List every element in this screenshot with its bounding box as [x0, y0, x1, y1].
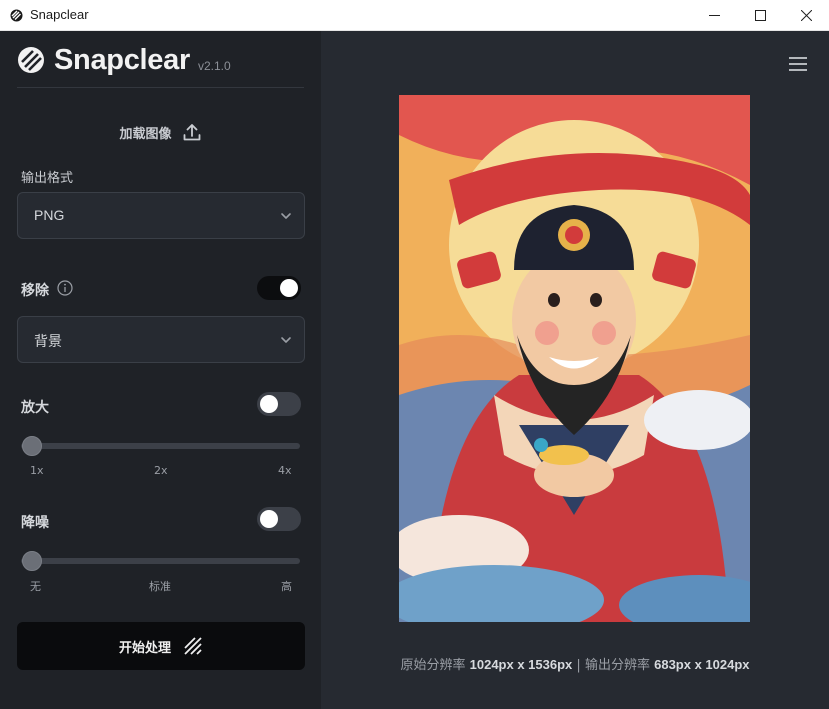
denoise-slider-thumb[interactable]	[22, 551, 42, 571]
toggle-knob	[260, 510, 278, 528]
title-bar: Snapclear	[0, 0, 829, 31]
remove-target-select[interactable]: 背景	[17, 316, 305, 363]
denoise-tick: 标准	[149, 580, 171, 593]
sidebar-divider	[17, 87, 304, 88]
load-image-label: 加载图像	[119, 126, 172, 142]
logo-text: Snapclear	[54, 43, 190, 76]
denoise-toggle[interactable]	[257, 507, 301, 531]
output-format-label: 输出格式	[21, 171, 74, 186]
remove-target-value: 背景	[34, 333, 62, 349]
upload-icon	[183, 124, 200, 141]
original-resolution-label: 原始分辨率	[400, 658, 466, 673]
denoise-label: 降噪	[21, 515, 49, 531]
remove-label: 移除	[21, 283, 49, 299]
app-icon	[10, 9, 23, 22]
load-image-button[interactable]: 加载图像	[17, 115, 304, 149]
minimize-button[interactable]	[691, 0, 737, 31]
start-processing-label: 开始处理	[118, 640, 171, 656]
main-panel: 原始分辨率 1024px x 1536px | 输出分辨率 683px x 10…	[321, 31, 829, 709]
upscale-tick: 2x	[154, 464, 168, 477]
hamburger-menu-icon[interactable]	[787, 53, 809, 75]
maximize-button[interactable]	[737, 0, 783, 31]
close-button[interactable]	[783, 0, 829, 31]
denoise-tick: 高	[281, 580, 292, 593]
upscale-slider-thumb[interactable]	[22, 436, 42, 456]
image-preview	[399, 95, 750, 622]
output-resolution-label: 输出分辨率	[584, 658, 650, 673]
diagonal-stripes-icon	[184, 637, 202, 655]
upscale-tick: 1x	[30, 464, 44, 477]
resolution-info: 原始分辨率 1024px x 1536px | 输出分辨率 683px x 10…	[321, 654, 829, 673]
sidebar: Snapclear v2.1.0 加载图像 输出格式 PNG 移除 背景 放大 …	[0, 31, 321, 709]
upscale-label: 放大	[21, 400, 49, 416]
logo-icon	[18, 47, 44, 73]
start-processing-button[interactable]: 开始处理	[17, 622, 305, 670]
output-resolution-value: 683px x 1024px	[654, 657, 750, 672]
app-version: v2.1.0	[197, 59, 231, 73]
close-icon	[800, 10, 812, 21]
toggle-knob	[260, 395, 278, 413]
output-format-value: PNG	[34, 207, 65, 223]
resolution-separator: |	[576, 658, 581, 673]
toggle-knob	[280, 279, 298, 297]
chevron-down-icon	[281, 213, 291, 219]
chevron-down-icon	[281, 337, 291, 343]
original-resolution-value: 1024px x 1536px	[469, 657, 573, 672]
output-format-select[interactable]: PNG	[17, 192, 305, 239]
minimize-icon	[708, 15, 720, 16]
window-title: Snapclear	[30, 7, 89, 22]
remove-toggle[interactable]	[257, 276, 301, 300]
maximize-icon	[754, 10, 766, 21]
denoise-tick: 无	[30, 580, 41, 593]
denoise-slider-track[interactable]	[21, 558, 300, 564]
upscale-tick: 4x	[278, 464, 292, 477]
upscale-slider-track[interactable]	[21, 443, 300, 449]
upscale-toggle[interactable]	[257, 392, 301, 416]
app-logo: Snapclear v2.1.0	[17, 43, 231, 77]
info-icon[interactable]	[57, 280, 73, 296]
